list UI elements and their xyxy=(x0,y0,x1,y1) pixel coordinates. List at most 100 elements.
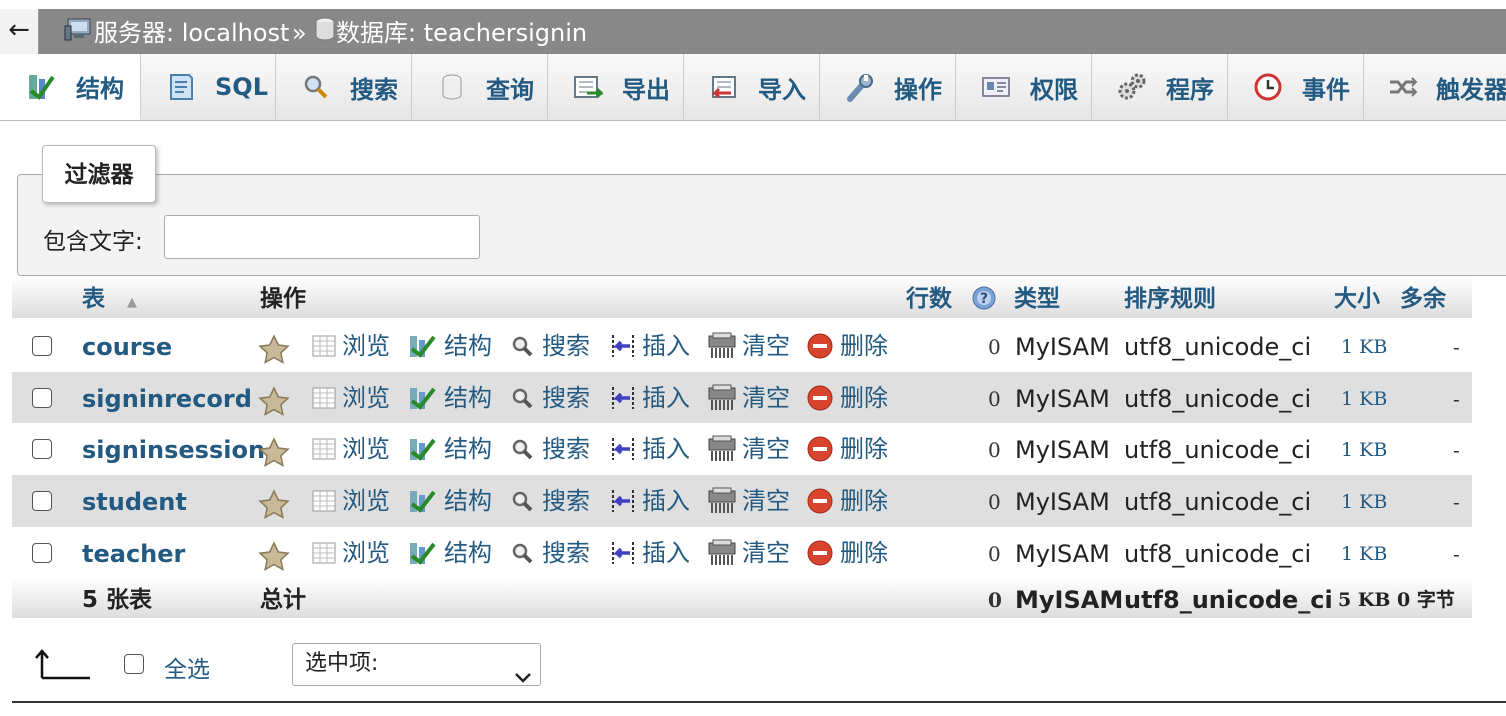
header-rows[interactable]: 行数 xyxy=(906,276,952,318)
row-checkbox[interactable] xyxy=(32,491,52,512)
breadcrumb-separator: » xyxy=(292,19,307,47)
table-collation[interactable]: utf8_unicode_ci xyxy=(1124,372,1311,424)
table-size[interactable]: 1 KB xyxy=(1341,320,1387,372)
table-name-link[interactable]: course xyxy=(82,320,172,372)
browse-action[interactable]: 浏览 xyxy=(310,423,390,475)
tab-events[interactable]: 事件 xyxy=(1228,54,1364,120)
search-action[interactable]: 搜索 xyxy=(508,527,590,579)
browse-icon xyxy=(312,438,336,460)
browse-label: 浏览 xyxy=(342,435,390,464)
drop-action[interactable]: 删除 xyxy=(806,320,888,372)
table-collation[interactable]: utf8_unicode_ci xyxy=(1124,423,1311,475)
favorite-star-icon[interactable] xyxy=(258,539,290,571)
empty-label: 清空 xyxy=(742,487,790,516)
row-checkbox[interactable] xyxy=(32,336,52,356)
shredder-icon xyxy=(708,487,736,514)
privileges-icon xyxy=(980,71,1012,103)
insert-action[interactable]: 插入 xyxy=(608,527,690,579)
breadcrumb-database[interactable]: 数据库: teachersignin xyxy=(314,9,587,54)
search-label: 搜索 xyxy=(542,332,590,360)
table-size[interactable]: 1 KB xyxy=(1341,475,1387,527)
import-icon xyxy=(708,71,740,103)
browse-label: 浏览 xyxy=(342,332,390,360)
structure-action[interactable]: 结构 xyxy=(408,475,492,527)
empty-action[interactable]: 清空 xyxy=(706,527,790,579)
select-all-label[interactable]: 全选 xyxy=(164,650,210,684)
tab-sql[interactable]: SQL xyxy=(141,54,276,120)
empty-action[interactable]: 清空 xyxy=(706,320,790,372)
drop-label: 删除 xyxy=(840,435,888,464)
header-table-label: 表 xyxy=(82,286,105,312)
header-collation[interactable]: 排序规则 xyxy=(1124,276,1216,318)
empty-action[interactable]: 清空 xyxy=(706,475,790,527)
tab-bar: 结构 SQL 搜索 查询 导出 导入 操作 权限 程序 事件 触发器 xyxy=(0,54,1506,121)
table-name-link[interactable]: teacher xyxy=(82,527,185,579)
table-collation[interactable]: utf8_unicode_ci xyxy=(1124,527,1311,579)
structure-action[interactable]: 结构 xyxy=(408,423,492,475)
tab-query[interactable]: 查询 xyxy=(412,54,548,120)
select-all-checkbox[interactable] xyxy=(124,654,144,674)
filter-input[interactable] xyxy=(164,215,480,259)
tab-structure[interactable]: 结构 xyxy=(0,54,141,120)
insert-action[interactable]: 插入 xyxy=(608,475,690,527)
favorite-star-icon[interactable] xyxy=(258,384,290,416)
insert-action[interactable]: 插入 xyxy=(608,320,690,372)
search-action[interactable]: 搜索 xyxy=(508,475,590,527)
drop-action[interactable]: 删除 xyxy=(806,423,888,475)
structure-label: 结构 xyxy=(444,332,492,360)
header-overhead[interactable]: 多余 xyxy=(1400,276,1446,318)
browse-action[interactable]: 浏览 xyxy=(310,475,390,527)
drop-action[interactable]: 删除 xyxy=(806,475,888,527)
structure-action[interactable]: 结构 xyxy=(408,320,492,372)
empty-action[interactable]: 清空 xyxy=(706,423,790,475)
table-engine: MyISAM xyxy=(1015,488,1110,517)
drop-action[interactable]: 删除 xyxy=(806,372,888,424)
header-size[interactable]: 大小 xyxy=(1334,276,1380,318)
favorite-star-icon[interactable] xyxy=(258,487,290,519)
structure-icon xyxy=(410,439,436,462)
row-checkbox[interactable] xyxy=(32,387,52,408)
row-checkbox[interactable] xyxy=(32,542,52,563)
table-size[interactable]: 1 KB xyxy=(1341,423,1387,475)
tab-privileges[interactable]: 权限 xyxy=(956,54,1092,120)
table-overhead: - xyxy=(1453,438,1460,463)
insert-action[interactable]: 插入 xyxy=(608,372,690,424)
table-name-link[interactable]: signinsession xyxy=(82,423,265,475)
tab-triggers[interactable]: 触发器 xyxy=(1364,54,1506,120)
table-row: student 浏览 结构 搜索 插入 清空 删除 0 MyISAM utf8_… xyxy=(12,475,1472,528)
help-icon[interactable]: ? xyxy=(972,286,996,314)
drop-action[interactable]: 删除 xyxy=(806,527,888,579)
tab-export[interactable]: 导出 xyxy=(548,54,684,120)
browse-action[interactable]: 浏览 xyxy=(310,527,390,579)
header-table[interactable]: 表 ▲ xyxy=(82,276,137,318)
structure-action[interactable]: 结构 xyxy=(408,527,492,579)
table-size[interactable]: 1 KB xyxy=(1341,372,1387,424)
tab-search[interactable]: 搜索 xyxy=(276,54,412,120)
table-name-link[interactable]: student xyxy=(82,475,187,527)
search-action[interactable]: 搜索 xyxy=(508,320,590,372)
breadcrumb-server[interactable]: 服务器: localhost xyxy=(64,9,289,54)
back-button[interactable]: ← xyxy=(0,9,39,54)
table-name-link[interactable]: signinrecord xyxy=(82,372,252,424)
insert-icon xyxy=(612,335,634,357)
tab-routines[interactable]: 程序 xyxy=(1092,54,1228,120)
search-action[interactable]: 搜索 xyxy=(508,372,590,424)
search-action[interactable]: 搜索 xyxy=(508,423,590,475)
table-row: signinrecord 浏览 结构 搜索 插入 清空 删除 0 MyISAM … xyxy=(12,371,1472,424)
insert-action[interactable]: 插入 xyxy=(608,423,690,475)
browse-action[interactable]: 浏览 xyxy=(310,372,390,424)
with-selected-dropdown[interactable]: 选中项: xyxy=(292,643,541,686)
favorite-star-icon[interactable] xyxy=(258,332,290,364)
favorite-star-icon[interactable] xyxy=(258,435,290,468)
table-collation[interactable]: utf8_unicode_ci xyxy=(1124,475,1311,527)
table-collation[interactable]: utf8_unicode_ci xyxy=(1124,320,1311,372)
structure-action[interactable]: 结构 xyxy=(408,372,492,424)
header-type[interactable]: 类型 xyxy=(1014,276,1060,318)
tab-operations[interactable]: 操作 xyxy=(820,54,956,120)
row-checkbox[interactable] xyxy=(32,439,52,460)
table-size[interactable]: 1 KB xyxy=(1341,527,1387,579)
empty-action[interactable]: 清空 xyxy=(706,372,790,424)
tab-import[interactable]: 导入 xyxy=(684,54,820,120)
server-icon xyxy=(64,10,94,58)
browse-action[interactable]: 浏览 xyxy=(310,320,390,372)
